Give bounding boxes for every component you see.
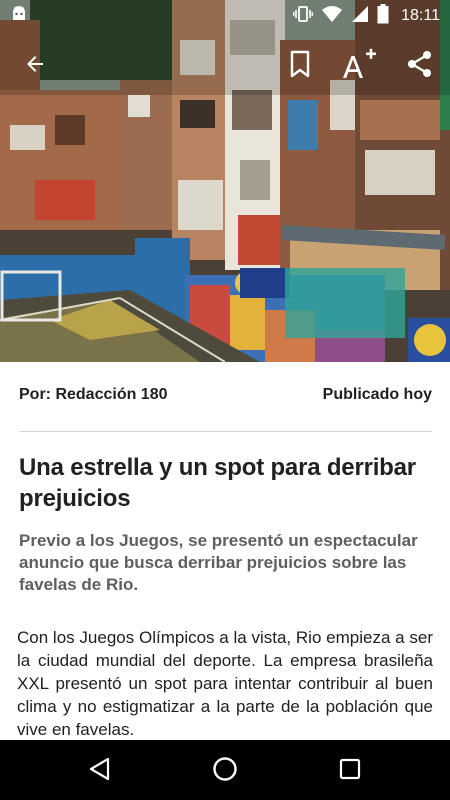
vibrate-icon [293,5,314,28]
bookmark-button[interactable] [282,48,318,84]
status-left [10,5,28,27]
battery-icon [377,3,389,29]
status-time: 18:11 [401,7,440,24]
bookmark-icon [288,50,312,83]
android-notification-icon [10,5,28,27]
status-right: 18:11 [293,3,440,29]
nav-recents-button[interactable] [334,755,366,787]
wifi-icon [321,5,343,28]
article-subtitle: Previo a los Juegos, se presentó un espe… [19,531,418,594]
article-author: Por: Redacción 180 [19,386,168,403]
article-published-date: Publicado hoy [322,386,432,403]
back-arrow-icon [23,52,47,81]
share-icon [406,50,434,83]
nav-recents-icon [338,757,362,786]
nav-back-icon [88,757,112,786]
nav-home-icon [212,756,238,787]
system-navigation-bar [0,740,450,800]
article-toolbar [0,40,450,92]
meta-divider [19,431,432,432]
back-button[interactable] [17,48,53,84]
share-button[interactable] [402,48,438,84]
article-title: Una estrella y un spot para derribar pre… [19,454,416,512]
article-body: Con los Juegos Olímpicos a la vista, Rio… [17,628,433,739]
status-bar: 18:11 [0,0,450,32]
nav-home-button[interactable] [209,755,241,787]
nav-back-button[interactable] [84,755,116,787]
font-size-button[interactable] [340,48,376,84]
signal-icon [351,5,369,28]
font-size-icon [340,48,376,85]
article-meta: Por: Redacción 180 Publicado hoy [19,382,432,408]
